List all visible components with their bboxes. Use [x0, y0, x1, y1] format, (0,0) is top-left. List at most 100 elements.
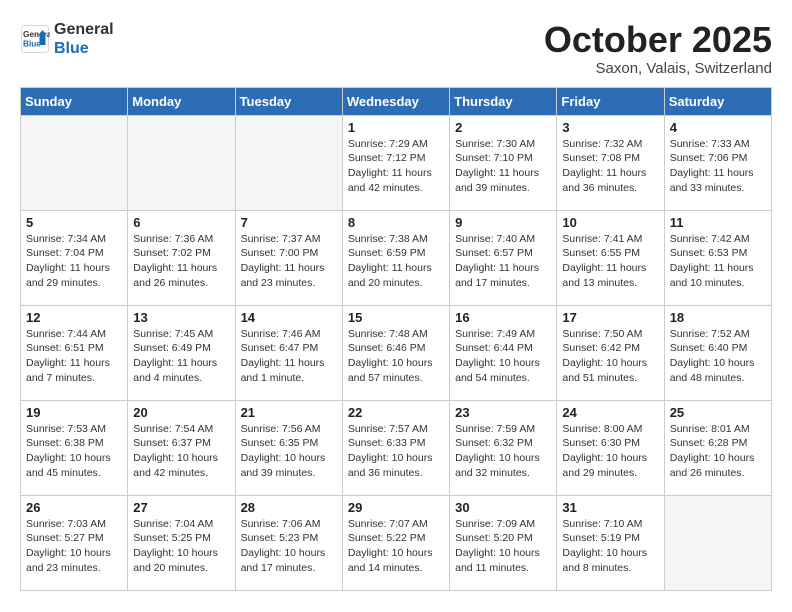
- calendar-cell: 21 Sunrise: 7:56 AM Sunset: 6:35 PM Dayli…: [235, 400, 342, 495]
- day-number: 19: [26, 405, 122, 420]
- calendar-cell: 7Sunrise: 7:37 AM Sunset: 7:00 PM Daylig…: [235, 210, 342, 305]
- calendar-cell: [21, 115, 128, 210]
- cell-info: Sunrise: 7:33 AM Sunset: 7:06 PM Dayligh…: [670, 137, 766, 196]
- day-number: 27: [133, 500, 229, 515]
- calendar-header-row: SundayMondayTuesdayWednesdayThursdayFrid…: [21, 87, 772, 115]
- day-number: 26: [26, 500, 122, 515]
- calendar-cell: 8 Sunrise: 7:38 AM Sunset: 6:59 PM Daylig…: [342, 210, 449, 305]
- calendar-cell: 26 Sunrise: 7:03 AM Sunset: 5:27 PM Dayli…: [21, 495, 128, 590]
- weekday-header-monday: Monday: [128, 87, 235, 115]
- day-number: 2: [455, 120, 551, 135]
- day-number: 9: [455, 215, 551, 230]
- cell-info: Sunrise: 7:10 AM Sunset: 5:19 PM Dayligh…: [562, 517, 658, 576]
- day-number: 28: [241, 500, 337, 515]
- day-number: 20: [133, 405, 229, 420]
- calendar-cell: 12 Sunrise: 7:44 AM Sunset: 6:51 PM Dayli…: [21, 305, 128, 400]
- calendar-cell: 6 Sunrise: 7:36 AM Sunset: 7:02 PM Daylig…: [128, 210, 235, 305]
- weekday-header-friday: Friday: [557, 87, 664, 115]
- cell-info: Sunrise: 7:45 AM Sunset: 6:49 PM Dayligh…: [133, 327, 229, 386]
- cell-info: Sunrise: 7:42 AM Sunset: 6:53 PM Dayligh…: [670, 232, 766, 291]
- calendar-cell: 11 Sunrise: 7:42 AM Sunset: 6:53 PM Dayli…: [664, 210, 771, 305]
- calendar-cell: 9Sunrise: 7:40 AM Sunset: 6:57 PM Daylig…: [450, 210, 557, 305]
- calendar-cell: 1 Sunrise: 7:29 AM Sunset: 7:12 PM Daylig…: [342, 115, 449, 210]
- calendar-cell: [235, 115, 342, 210]
- week-row-1: 1 Sunrise: 7:29 AM Sunset: 7:12 PM Daylig…: [21, 115, 772, 210]
- cell-info: Sunrise: 7:56 AM Sunset: 6:35 PM Dayligh…: [241, 422, 337, 481]
- calendar-cell: 14 Sunrise: 7:46 AM Sunset: 6:47 PM Dayli…: [235, 305, 342, 400]
- day-number: 13: [133, 310, 229, 325]
- calendar-cell: 30 Sunrise: 7:09 AM Sunset: 5:20 PM Dayli…: [450, 495, 557, 590]
- calendar-cell: 29Sunrise: 7:07 AM Sunset: 5:22 PM Dayli…: [342, 495, 449, 590]
- calendar-cell: 4 Sunrise: 7:33 AM Sunset: 7:06 PM Daylig…: [664, 115, 771, 210]
- day-number: 11: [670, 215, 766, 230]
- cell-info: Sunrise: 7:44 AM Sunset: 6:51 PM Dayligh…: [26, 327, 122, 386]
- week-row-5: 26 Sunrise: 7:03 AM Sunset: 5:27 PM Dayli…: [21, 495, 772, 590]
- cell-info: Sunrise: 7:30 AM Sunset: 7:10 PM Dayligh…: [455, 137, 551, 196]
- calendar-cell: 13 Sunrise: 7:45 AM Sunset: 6:49 PM Dayli…: [128, 305, 235, 400]
- day-number: 12: [26, 310, 122, 325]
- cell-info: Sunrise: 7:32 AM Sunset: 7:08 PM Dayligh…: [562, 137, 658, 196]
- day-number: 30: [455, 500, 551, 515]
- cell-info: Sunrise: 7:36 AM Sunset: 7:02 PM Dayligh…: [133, 232, 229, 291]
- cell-info: Sunrise: 7:41 AM Sunset: 6:55 PM Dayligh…: [562, 232, 658, 291]
- calendar-cell: 15Sunrise: 7:48 AM Sunset: 6:46 PM Dayli…: [342, 305, 449, 400]
- calendar-cell: 28 Sunrise: 7:06 AM Sunset: 5:23 PM Dayli…: [235, 495, 342, 590]
- cell-info: Sunrise: 7:37 AM Sunset: 7:00 PM Dayligh…: [241, 232, 337, 291]
- calendar-cell: 18Sunrise: 7:52 AM Sunset: 6:40 PM Dayli…: [664, 305, 771, 400]
- weekday-header-tuesday: Tuesday: [235, 87, 342, 115]
- cell-info: Sunrise: 7:06 AM Sunset: 5:23 PM Dayligh…: [241, 517, 337, 576]
- week-row-4: 19 Sunrise: 7:53 AM Sunset: 6:38 PM Dayli…: [21, 400, 772, 495]
- day-number: 4: [670, 120, 766, 135]
- day-number: 29: [348, 500, 444, 515]
- cell-info: Sunrise: 7:57 AM Sunset: 6:33 PM Dayligh…: [348, 422, 444, 481]
- day-number: 15: [348, 310, 444, 325]
- calendar-cell: 2 Sunrise: 7:30 AM Sunset: 7:10 PM Daylig…: [450, 115, 557, 210]
- day-number: 5: [26, 215, 122, 230]
- day-number: 14: [241, 310, 337, 325]
- day-number: 8: [348, 215, 444, 230]
- calendar-cell: 25 Sunrise: 8:01 AM Sunset: 6:28 PM Dayli…: [664, 400, 771, 495]
- logo: General Blue General Blue: [20, 20, 114, 58]
- logo-icon: General Blue: [20, 24, 50, 54]
- calendar-cell: 22 Sunrise: 7:57 AM Sunset: 6:33 PM Dayli…: [342, 400, 449, 495]
- cell-info: Sunrise: 7:04 AM Sunset: 5:25 PM Dayligh…: [133, 517, 229, 576]
- week-row-2: 5 Sunrise: 7:34 AM Sunset: 7:04 PM Daylig…: [21, 210, 772, 305]
- day-number: 1: [348, 120, 444, 135]
- cell-info: Sunrise: 7:46 AM Sunset: 6:47 PM Dayligh…: [241, 327, 337, 386]
- weekday-header-wednesday: Wednesday: [342, 87, 449, 115]
- cell-info: Sunrise: 7:49 AM Sunset: 6:44 PM Dayligh…: [455, 327, 551, 386]
- day-number: 10: [562, 215, 658, 230]
- cell-info: Sunrise: 7:34 AM Sunset: 7:04 PM Dayligh…: [26, 232, 122, 291]
- title-block: October 2025 Saxon, Valais, Switzerland: [544, 20, 772, 77]
- calendar-cell: [664, 495, 771, 590]
- logo-general: General: [54, 20, 114, 39]
- cell-info: Sunrise: 7:03 AM Sunset: 5:27 PM Dayligh…: [26, 517, 122, 576]
- day-number: 25: [670, 405, 766, 420]
- day-number: 31: [562, 500, 658, 515]
- calendar-cell: 20Sunrise: 7:54 AM Sunset: 6:37 PM Dayli…: [128, 400, 235, 495]
- cell-info: Sunrise: 7:38 AM Sunset: 6:59 PM Dayligh…: [348, 232, 444, 291]
- location: Saxon, Valais, Switzerland: [544, 60, 772, 77]
- day-number: 21: [241, 405, 337, 420]
- weekday-header-sunday: Sunday: [21, 87, 128, 115]
- calendar-cell: [128, 115, 235, 210]
- calendar-table: SundayMondayTuesdayWednesdayThursdayFrid…: [20, 87, 772, 591]
- weekday-header-thursday: Thursday: [450, 87, 557, 115]
- day-number: 22: [348, 405, 444, 420]
- calendar-cell: 24Sunrise: 8:00 AM Sunset: 6:30 PM Dayli…: [557, 400, 664, 495]
- calendar-cell: 31 Sunrise: 7:10 AM Sunset: 5:19 PM Dayli…: [557, 495, 664, 590]
- page-header: General Blue General Blue October 2025 S…: [20, 20, 772, 77]
- calendar-cell: 3Sunrise: 7:32 AM Sunset: 7:08 PM Daylig…: [557, 115, 664, 210]
- cell-info: Sunrise: 8:01 AM Sunset: 6:28 PM Dayligh…: [670, 422, 766, 481]
- cell-info: Sunrise: 7:53 AM Sunset: 6:38 PM Dayligh…: [26, 422, 122, 481]
- cell-info: Sunrise: 7:29 AM Sunset: 7:12 PM Dayligh…: [348, 137, 444, 196]
- calendar-cell: 17Sunrise: 7:50 AM Sunset: 6:42 PM Dayli…: [557, 305, 664, 400]
- calendar-cell: 16Sunrise: 7:49 AM Sunset: 6:44 PM Dayli…: [450, 305, 557, 400]
- cell-info: Sunrise: 7:59 AM Sunset: 6:32 PM Dayligh…: [455, 422, 551, 481]
- svg-text:Blue: Blue: [23, 40, 41, 49]
- day-number: 6: [133, 215, 229, 230]
- calendar-cell: 5 Sunrise: 7:34 AM Sunset: 7:04 PM Daylig…: [21, 210, 128, 305]
- cell-info: Sunrise: 7:09 AM Sunset: 5:20 PM Dayligh…: [455, 517, 551, 576]
- cell-info: Sunrise: 7:52 AM Sunset: 6:40 PM Dayligh…: [670, 327, 766, 386]
- day-number: 23: [455, 405, 551, 420]
